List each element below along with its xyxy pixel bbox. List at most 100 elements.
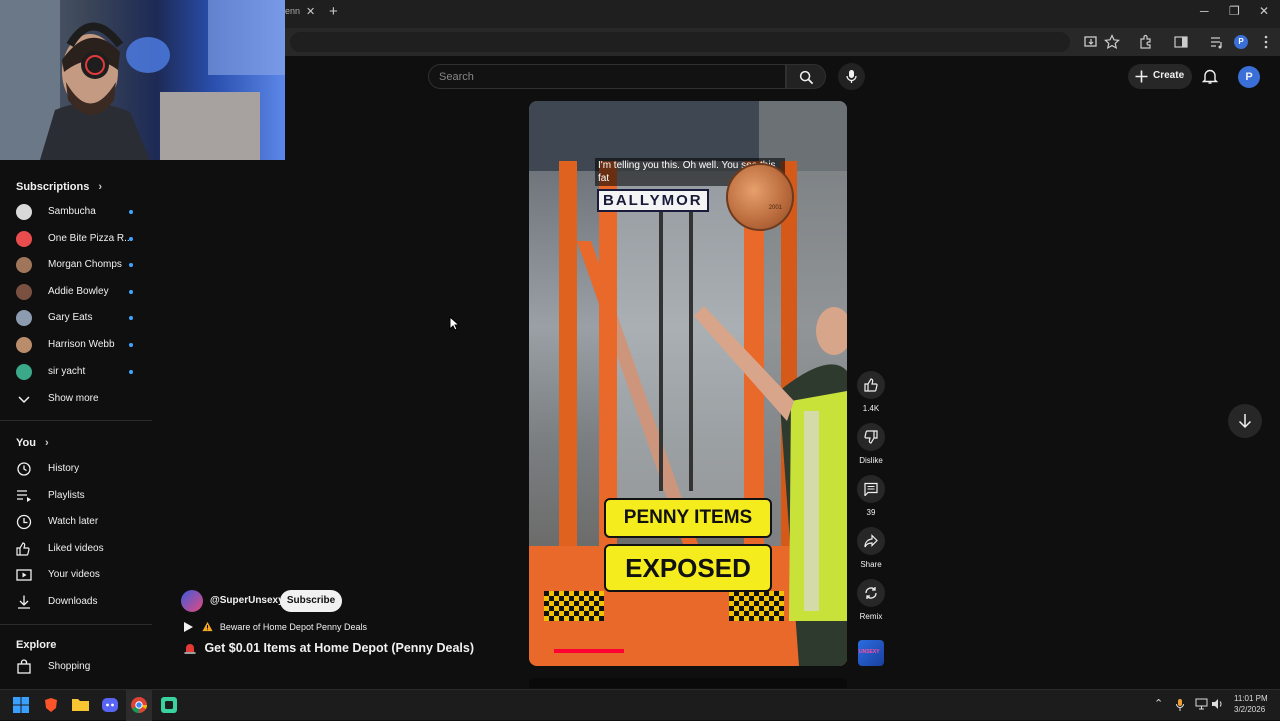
sidebar-item-liked-videos[interactable]: Liked videos — [0, 536, 152, 562]
notifications-bell-icon[interactable] — [1202, 68, 1218, 85]
share-button[interactable]: Share — [857, 527, 885, 569]
close-window-icon[interactable]: ✕ — [1259, 4, 1269, 18]
voice-search-button[interactable] — [838, 63, 865, 90]
dislike-label: Dislike — [859, 456, 883, 465]
sidebar-item-label: History — [48, 463, 80, 474]
sidebar-item-watch-later[interactable]: Watch later — [0, 509, 152, 535]
windows-start-icon[interactable] — [13, 697, 29, 713]
overlay-text-penny-items: PENNY ITEMS — [604, 498, 772, 538]
thumbs-down-icon — [864, 430, 878, 444]
subscribe-button[interactable]: Subscribe — [280, 590, 342, 612]
bookmark-star-icon[interactable] — [1104, 34, 1120, 50]
linked-video-link[interactable]: Beware of Home Depot Penny Deals — [183, 618, 367, 636]
subscription-item[interactable]: Sambucha — [0, 199, 152, 225]
subscription-name: Addie Bowley — [48, 285, 109, 297]
new-content-dot — [129, 289, 133, 294]
next-short-preview[interactable] — [529, 678, 847, 688]
penny-coin-image: 2001 — [726, 163, 794, 231]
downloads-icon — [18, 595, 30, 609]
windows-taskbar: ⌃ 11:01 PM 3/2/2026 — [0, 689, 1280, 721]
minimize-icon[interactable]: ─ — [1200, 4, 1209, 18]
sidebar-item-label: Shopping — [48, 661, 91, 672]
discord-icon[interactable] — [102, 697, 118, 713]
side-panel-icon[interactable] — [1173, 34, 1189, 50]
tab-close-icon[interactable]: ✕ — [306, 5, 315, 18]
store-sign-text: BALLYMOR — [597, 189, 709, 212]
sidebar-item-downloads[interactable]: Downloads — [0, 589, 152, 615]
show-more-button[interactable]: Show more — [0, 386, 152, 412]
share-icon — [864, 534, 878, 548]
mouse-cursor-icon — [449, 316, 459, 331]
channel-avatar — [16, 363, 32, 380]
create-button[interactable]: Create — [1128, 64, 1192, 89]
channel-handle[interactable]: @SuperUnsexy — [210, 595, 284, 606]
like-button[interactable]: 1.4K — [857, 371, 885, 413]
subscription-item[interactable]: Gary Eats — [0, 305, 152, 331]
subscription-item[interactable]: Harrison Webb — [0, 332, 152, 358]
clock-date[interactable]: 3/2/2026 — [1234, 705, 1265, 714]
sidebar-item-playlists[interactable]: Playlists — [0, 483, 152, 509]
browser-menu-icon[interactable] — [1258, 34, 1274, 50]
channel-avatar — [16, 257, 32, 274]
remix-button[interactable]: Remix — [857, 579, 885, 621]
channel-badge[interactable]: UNSEXY — [858, 640, 884, 666]
clock-time[interactable]: 11:01 PM — [1234, 694, 1268, 703]
media-controls-icon[interactable] — [1209, 34, 1225, 50]
sidebar-item-label: Your videos — [48, 569, 100, 581]
subscription-item[interactable]: sir yacht — [0, 359, 152, 385]
file-explorer-icon[interactable] — [72, 697, 89, 712]
subscriptions-header[interactable]: Subscriptions › — [16, 181, 102, 193]
play-icon — [184, 621, 193, 632]
account-avatar[interactable]: P — [1238, 66, 1260, 88]
channel-avatar — [16, 204, 32, 220]
volume-icon[interactable] — [1211, 698, 1224, 710]
sidebar-item-label: Watch later — [48, 516, 99, 528]
search-button[interactable] — [786, 64, 826, 89]
microphone-in-use-icon[interactable] — [1175, 698, 1185, 712]
search-icon — [799, 70, 814, 85]
linked-video-title: Beware of Home Depot Penny Deals — [219, 621, 367, 632]
tab-title[interactable]: enn — [285, 6, 300, 16]
subscription-item[interactable]: Addie Bowley — [0, 279, 152, 305]
remix-label: Remix — [859, 612, 883, 621]
history-icon — [17, 462, 31, 476]
sidebar-item-your-videos[interactable]: Your videos — [0, 562, 152, 588]
short-video-player[interactable]: I'm telling you this. Oh well. You see t… — [529, 101, 847, 666]
address-bar[interactable] — [290, 32, 1070, 52]
network-icon[interactable] — [1195, 698, 1208, 710]
subscription-item[interactable]: One Bite Pizza R... — [0, 226, 152, 252]
search-input[interactable]: Search — [428, 64, 786, 89]
short-title: Get $0.01 Items at Home Depot (Penny Dea… — [183, 639, 474, 657]
thumbs-up-icon — [864, 378, 878, 392]
sidebar-item-shopping[interactable]: Shopping — [0, 654, 152, 680]
subscriptions-title: Subscriptions — [16, 181, 90, 193]
comments-button[interactable]: 39 — [857, 475, 885, 517]
you-header[interactable]: You › — [16, 437, 49, 449]
arrow-down-icon — [1238, 414, 1252, 429]
restore-icon[interactable]: ❐ — [1229, 4, 1240, 18]
subscription-item[interactable]: Morgan Chomps — [0, 252, 152, 278]
brave-browser-icon[interactable] — [43, 697, 59, 713]
channel-avatar — [16, 230, 32, 247]
watch-later-icon — [16, 515, 32, 530]
channel-avatar — [16, 337, 32, 353]
next-short-button[interactable] — [1228, 404, 1262, 438]
channel-avatar[interactable] — [181, 590, 203, 612]
like-count: 1.4K — [862, 404, 880, 413]
channel-avatar — [16, 310, 32, 327]
search-placeholder: Search — [439, 71, 474, 83]
siren-icon — [184, 643, 196, 654]
chrome-icon[interactable] — [131, 697, 147, 713]
install-app-icon[interactable] — [1083, 34, 1099, 50]
sidebar-item-history[interactable]: History — [0, 456, 152, 482]
show-hidden-icons[interactable]: ⌃ — [1154, 697, 1163, 710]
streamer-webcam-image — [0, 0, 285, 160]
show-more-label: Show more — [48, 393, 99, 404]
app-icon[interactable] — [161, 697, 177, 713]
subscription-name: One Bite Pizza R... — [48, 232, 133, 244]
liked-videos-icon — [16, 542, 30, 556]
browser-profile-avatar[interactable]: P — [1234, 35, 1248, 49]
extensions-icon[interactable] — [1138, 34, 1154, 50]
new-tab-button[interactable]: + — [329, 3, 338, 20]
dislike-button[interactable]: Dislike — [857, 423, 885, 465]
